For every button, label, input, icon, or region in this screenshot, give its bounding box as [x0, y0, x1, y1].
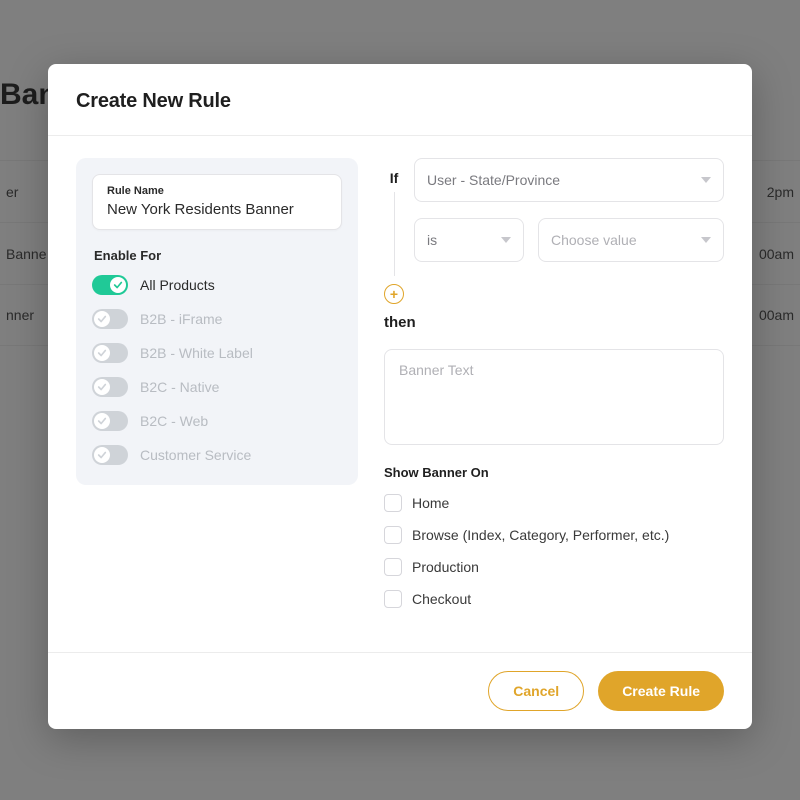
enable-for-label: Enable For: [94, 248, 342, 263]
select-value: is: [427, 232, 437, 248]
select-placeholder: Choose value: [551, 232, 637, 248]
toggle-switch[interactable]: [92, 411, 128, 431]
check-icon: [97, 450, 107, 460]
checkbox-label: Checkout: [412, 591, 471, 607]
enable-toggle-b2b-whitelabel[interactable]: B2B - White Label: [92, 343, 342, 363]
toggle-switch[interactable]: [92, 377, 128, 397]
toggle-knob: [94, 413, 110, 429]
if-keyword: If: [390, 170, 399, 186]
rule-name-label: Rule Name: [107, 185, 327, 197]
enable-toggle-b2c-native[interactable]: B2C - Native: [92, 377, 342, 397]
checkbox[interactable]: [384, 526, 402, 544]
checkbox[interactable]: [384, 590, 402, 608]
condition-operator-select[interactable]: is: [414, 218, 524, 262]
cancel-button[interactable]: Cancel: [488, 671, 584, 711]
modal-title: Create New Rule: [76, 90, 724, 113]
modal-header: Create New Rule: [48, 64, 752, 136]
toggle-knob: [94, 311, 110, 327]
toggle-switch[interactable]: [92, 445, 128, 465]
toggle-knob: [94, 447, 110, 463]
show-on-home[interactable]: Home: [384, 494, 724, 512]
condition-field-select[interactable]: User - State/Province: [414, 158, 724, 202]
check-icon: [97, 314, 107, 324]
check-icon: [113, 280, 123, 290]
modal-body: Rule Name Enable For All Products: [48, 136, 752, 652]
modal-footer: Cancel Create Rule: [48, 652, 752, 729]
toggle-switch[interactable]: [92, 343, 128, 363]
create-rule-button[interactable]: Create Rule: [598, 671, 724, 711]
show-on-checkout[interactable]: Checkout: [384, 590, 724, 608]
select-value: User - State/Province: [427, 172, 560, 188]
create-rule-modal: Create New Rule Rule Name Enable For All…: [48, 64, 752, 729]
chevron-down-icon: [701, 177, 711, 183]
show-on-browse[interactable]: Browse (Index, Category, Performer, etc.…: [384, 526, 724, 544]
rule-name-field[interactable]: Rule Name: [92, 174, 342, 230]
toggle-knob: [110, 277, 126, 293]
toggle-label: All Products: [140, 277, 215, 293]
show-on-production[interactable]: Production: [384, 558, 724, 576]
checkbox-label: Home: [412, 495, 449, 511]
chevron-down-icon: [701, 237, 711, 243]
add-condition-button[interactable]: +: [384, 284, 404, 304]
checkbox-label: Browse (Index, Category, Performer, etc.…: [412, 527, 669, 543]
toggle-switch[interactable]: [92, 309, 128, 329]
condition-builder: If + User - State/Province is: [384, 158, 724, 642]
toggle-knob: [94, 379, 110, 395]
toggle-switch[interactable]: [92, 275, 128, 295]
check-icon: [97, 416, 107, 426]
enable-toggle-customer-service[interactable]: Customer Service: [92, 445, 342, 465]
toggle-label: B2B - iFrame: [140, 311, 222, 327]
check-icon: [97, 348, 107, 358]
enable-toggle-b2b-iframe[interactable]: B2B - iFrame: [92, 309, 342, 329]
checkbox[interactable]: [384, 494, 402, 512]
rule-name-input[interactable]: [107, 201, 327, 218]
banner-text-input[interactable]: [384, 349, 724, 445]
enable-toggle-b2c-web[interactable]: B2C - Web: [92, 411, 342, 431]
check-icon: [97, 382, 107, 392]
condition-value-select[interactable]: Choose value: [538, 218, 724, 262]
chevron-down-icon: [501, 237, 511, 243]
then-keyword: then: [384, 314, 724, 331]
checkbox[interactable]: [384, 558, 402, 576]
checkbox-label: Production: [412, 559, 479, 575]
show-banner-on-label: Show Banner On: [384, 465, 724, 480]
toggle-label: B2C - Native: [140, 379, 219, 395]
toggle-label: B2C - Web: [140, 413, 208, 429]
enable-toggle-all-products[interactable]: All Products: [92, 275, 342, 295]
rail-line: [394, 192, 395, 276]
plus-icon: +: [390, 287, 398, 301]
toggle-knob: [94, 345, 110, 361]
toggle-label: B2B - White Label: [140, 345, 253, 361]
rule-settings-card: Rule Name Enable For All Products: [76, 158, 358, 485]
toggle-label: Customer Service: [140, 447, 251, 463]
